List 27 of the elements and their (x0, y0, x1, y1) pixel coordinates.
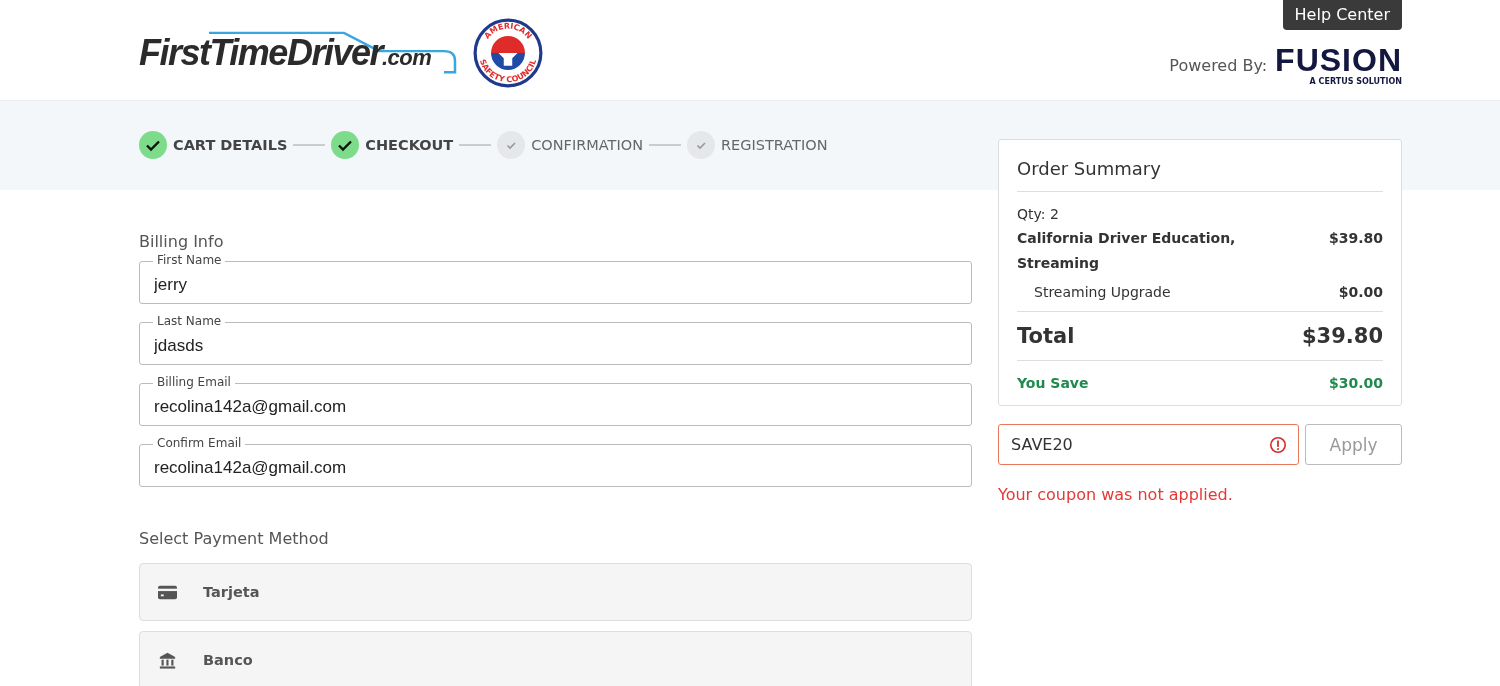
section-title: Select Payment Method (139, 529, 330, 548)
step-label: REGISTRATION (721, 137, 828, 153)
coupon-field[interactable]: SAVE20 (998, 424, 1299, 465)
payment-method-option[interactable]: Banco (139, 631, 972, 686)
credit-card-icon (158, 583, 177, 601)
product-name: California Driver Education, Streaming (1017, 229, 1237, 273)
quantity-text: Qty: 2 (1017, 206, 1060, 222)
total-amount: $39.80 (1301, 324, 1383, 348)
summary-title: Order Summary (1017, 158, 1383, 192)
help-center-button[interactable]: Help Center (1282, 0, 1402, 30)
step-label: CHECKOUT (365, 137, 454, 153)
powered-by-label: Powered By: (1169, 55, 1268, 75)
section-title: Billing Info (139, 232, 225, 251)
item-price: $0.00 (1338, 283, 1383, 302)
addon-name: Streaming Upgrade (1033, 283, 1171, 302)
savings-amount: $30.00 (1328, 375, 1383, 391)
coupon-error-message: Your coupon was not applied. (998, 485, 1234, 504)
savings-label: You Save (1017, 375, 1089, 391)
bank-icon (158, 651, 177, 669)
error-icon (1269, 436, 1287, 454)
step-label: CART DETAILS (173, 137, 288, 153)
partner-logo: FUSION A CERTUS SOLUTION (1275, 44, 1402, 86)
total-label: Total (1017, 324, 1075, 348)
payment-method-option[interactable]: Tarjeta (139, 563, 972, 621)
step-label: CONFIRMATION (531, 137, 643, 153)
item-price: $39.80 (1328, 229, 1383, 248)
logo[interactable]: FirstTimeDriver.com (139, 28, 459, 78)
